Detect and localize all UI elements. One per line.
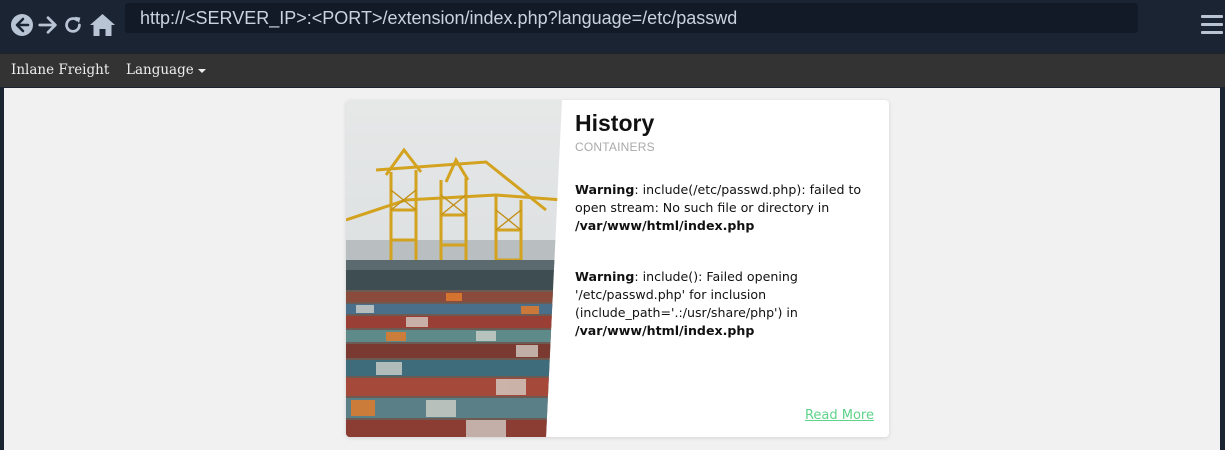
back-circle-icon [11,14,33,36]
warning-label: Warning [575,182,635,197]
page-body: History CONTAINERS Warning: include(/etc… [4,88,1220,450]
card-header: History CONTAINERS [575,110,875,154]
reload-icon [65,16,81,33]
history-card: History CONTAINERS Warning: include(/etc… [346,100,889,437]
reload-button[interactable] [61,13,85,37]
browser-toolbar: http://<SERVER_IP>:<PORT>/extension/inde… [0,0,1225,53]
card-subtitle: CONTAINERS [575,140,655,154]
read-more-link[interactable]: Read More [805,408,874,423]
brand-link[interactable]: Inlane Freight [11,62,109,78]
card-title: History [575,110,655,136]
home-button[interactable] [88,13,116,37]
caret-down-icon [197,69,206,73]
language-label: Language [126,62,194,78]
back-button[interactable] [10,13,34,37]
forward-arrow-icon [38,16,57,34]
warning-path: /var/www/html/index.php [575,218,755,233]
language-dropdown[interactable]: Language [126,62,206,78]
warning-label: Warning [575,269,635,284]
forward-button[interactable] [36,13,60,37]
menu-button[interactable] [1201,15,1223,35]
php-warning-1: Warning: include(/etc/passwd.php): faile… [575,181,870,235]
home-icon [89,14,115,36]
warning-path: /var/www/html/index.php [575,323,755,338]
container-port-photo [346,100,562,437]
php-warning-2: Warning: include(): Failed opening '/etc… [575,268,870,340]
address-bar[interactable]: http://<SERVER_IP>:<PORT>/extension/inde… [125,3,1138,33]
site-navbar: Inlane Freight Language [0,53,1225,87]
